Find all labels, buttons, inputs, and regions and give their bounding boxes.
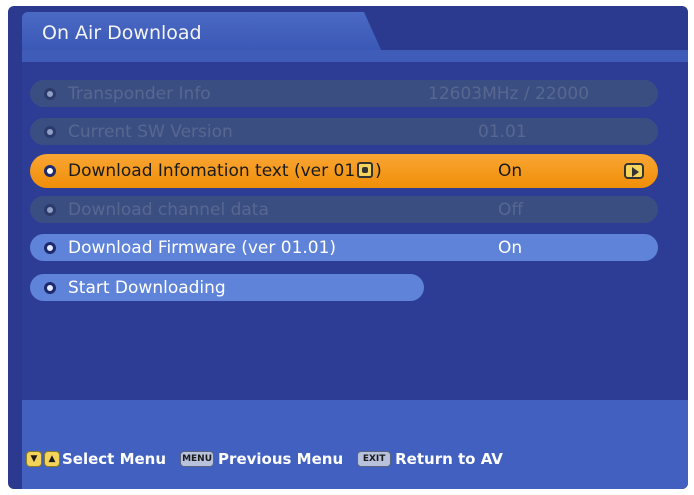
bullet-icon xyxy=(44,165,56,177)
title-tab: On Air Download xyxy=(22,12,382,52)
menu-item-label: Current SW Version xyxy=(68,121,233,142)
previous-menu-hint: Previous Menu xyxy=(218,450,344,468)
menu-key-icon: MENU xyxy=(180,451,215,467)
page-title: On Air Download xyxy=(42,22,202,44)
menu-item-download-information-text[interactable]: Download Infomation text (ver 01) On xyxy=(30,154,658,188)
menu-item-label: Transponder Info xyxy=(68,83,211,104)
footer-bar xyxy=(22,400,688,489)
key-hints: ▼ ▲ Select Menu MENU Previous Menu EXIT … xyxy=(26,450,517,468)
bullet-icon xyxy=(44,203,56,216)
menu-item-value: 01.01 xyxy=(478,121,527,142)
up-arrow-key-icon: ▲ xyxy=(44,451,60,467)
menu-item-download-firmware[interactable]: Download Firmware (ver 01.01) On xyxy=(30,234,658,261)
exit-key-icon: EXIT xyxy=(357,451,392,467)
bullet-icon xyxy=(44,241,56,254)
menu-item-label: Download Firmware (ver 01.01) xyxy=(68,237,337,258)
lock-icon xyxy=(357,162,374,178)
menu-item-label: Start Downloading xyxy=(68,277,226,298)
menu-item-label: Download channel data xyxy=(68,199,269,220)
down-arrow-key-icon: ▼ xyxy=(26,451,42,467)
menu-item-label: Download Infomation text (ver 01) xyxy=(68,161,382,181)
select-menu-hint: Select Menu xyxy=(62,450,167,468)
menu-item-current-sw-version: Current SW Version 01.01 xyxy=(30,118,658,145)
menu-item-label-suffix: ) xyxy=(375,161,382,181)
menu-item-value: On xyxy=(498,237,523,258)
menu-item-transponder-info: Transponder Info 12603MHz / 22000 xyxy=(30,80,658,107)
bullet-icon xyxy=(44,87,56,100)
return-to-av-hint: Return to AV xyxy=(395,450,503,468)
menu-panel xyxy=(22,62,688,400)
right-arrow-icon[interactable] xyxy=(624,163,644,179)
header-bar xyxy=(22,50,688,62)
bullet-icon xyxy=(44,281,56,294)
menu-item-start-downloading[interactable]: Start Downloading xyxy=(30,274,424,301)
menu-item-value: Off xyxy=(498,199,524,220)
menu-item-label-prefix: Download Infomation text (ver 01 xyxy=(68,161,356,181)
menu-item-value: On xyxy=(498,161,523,181)
bullet-icon xyxy=(44,125,56,138)
menu-item-value: 12603MHz / 22000 xyxy=(428,83,590,104)
menu-item-download-channel-data: Download channel data Off xyxy=(30,196,658,223)
